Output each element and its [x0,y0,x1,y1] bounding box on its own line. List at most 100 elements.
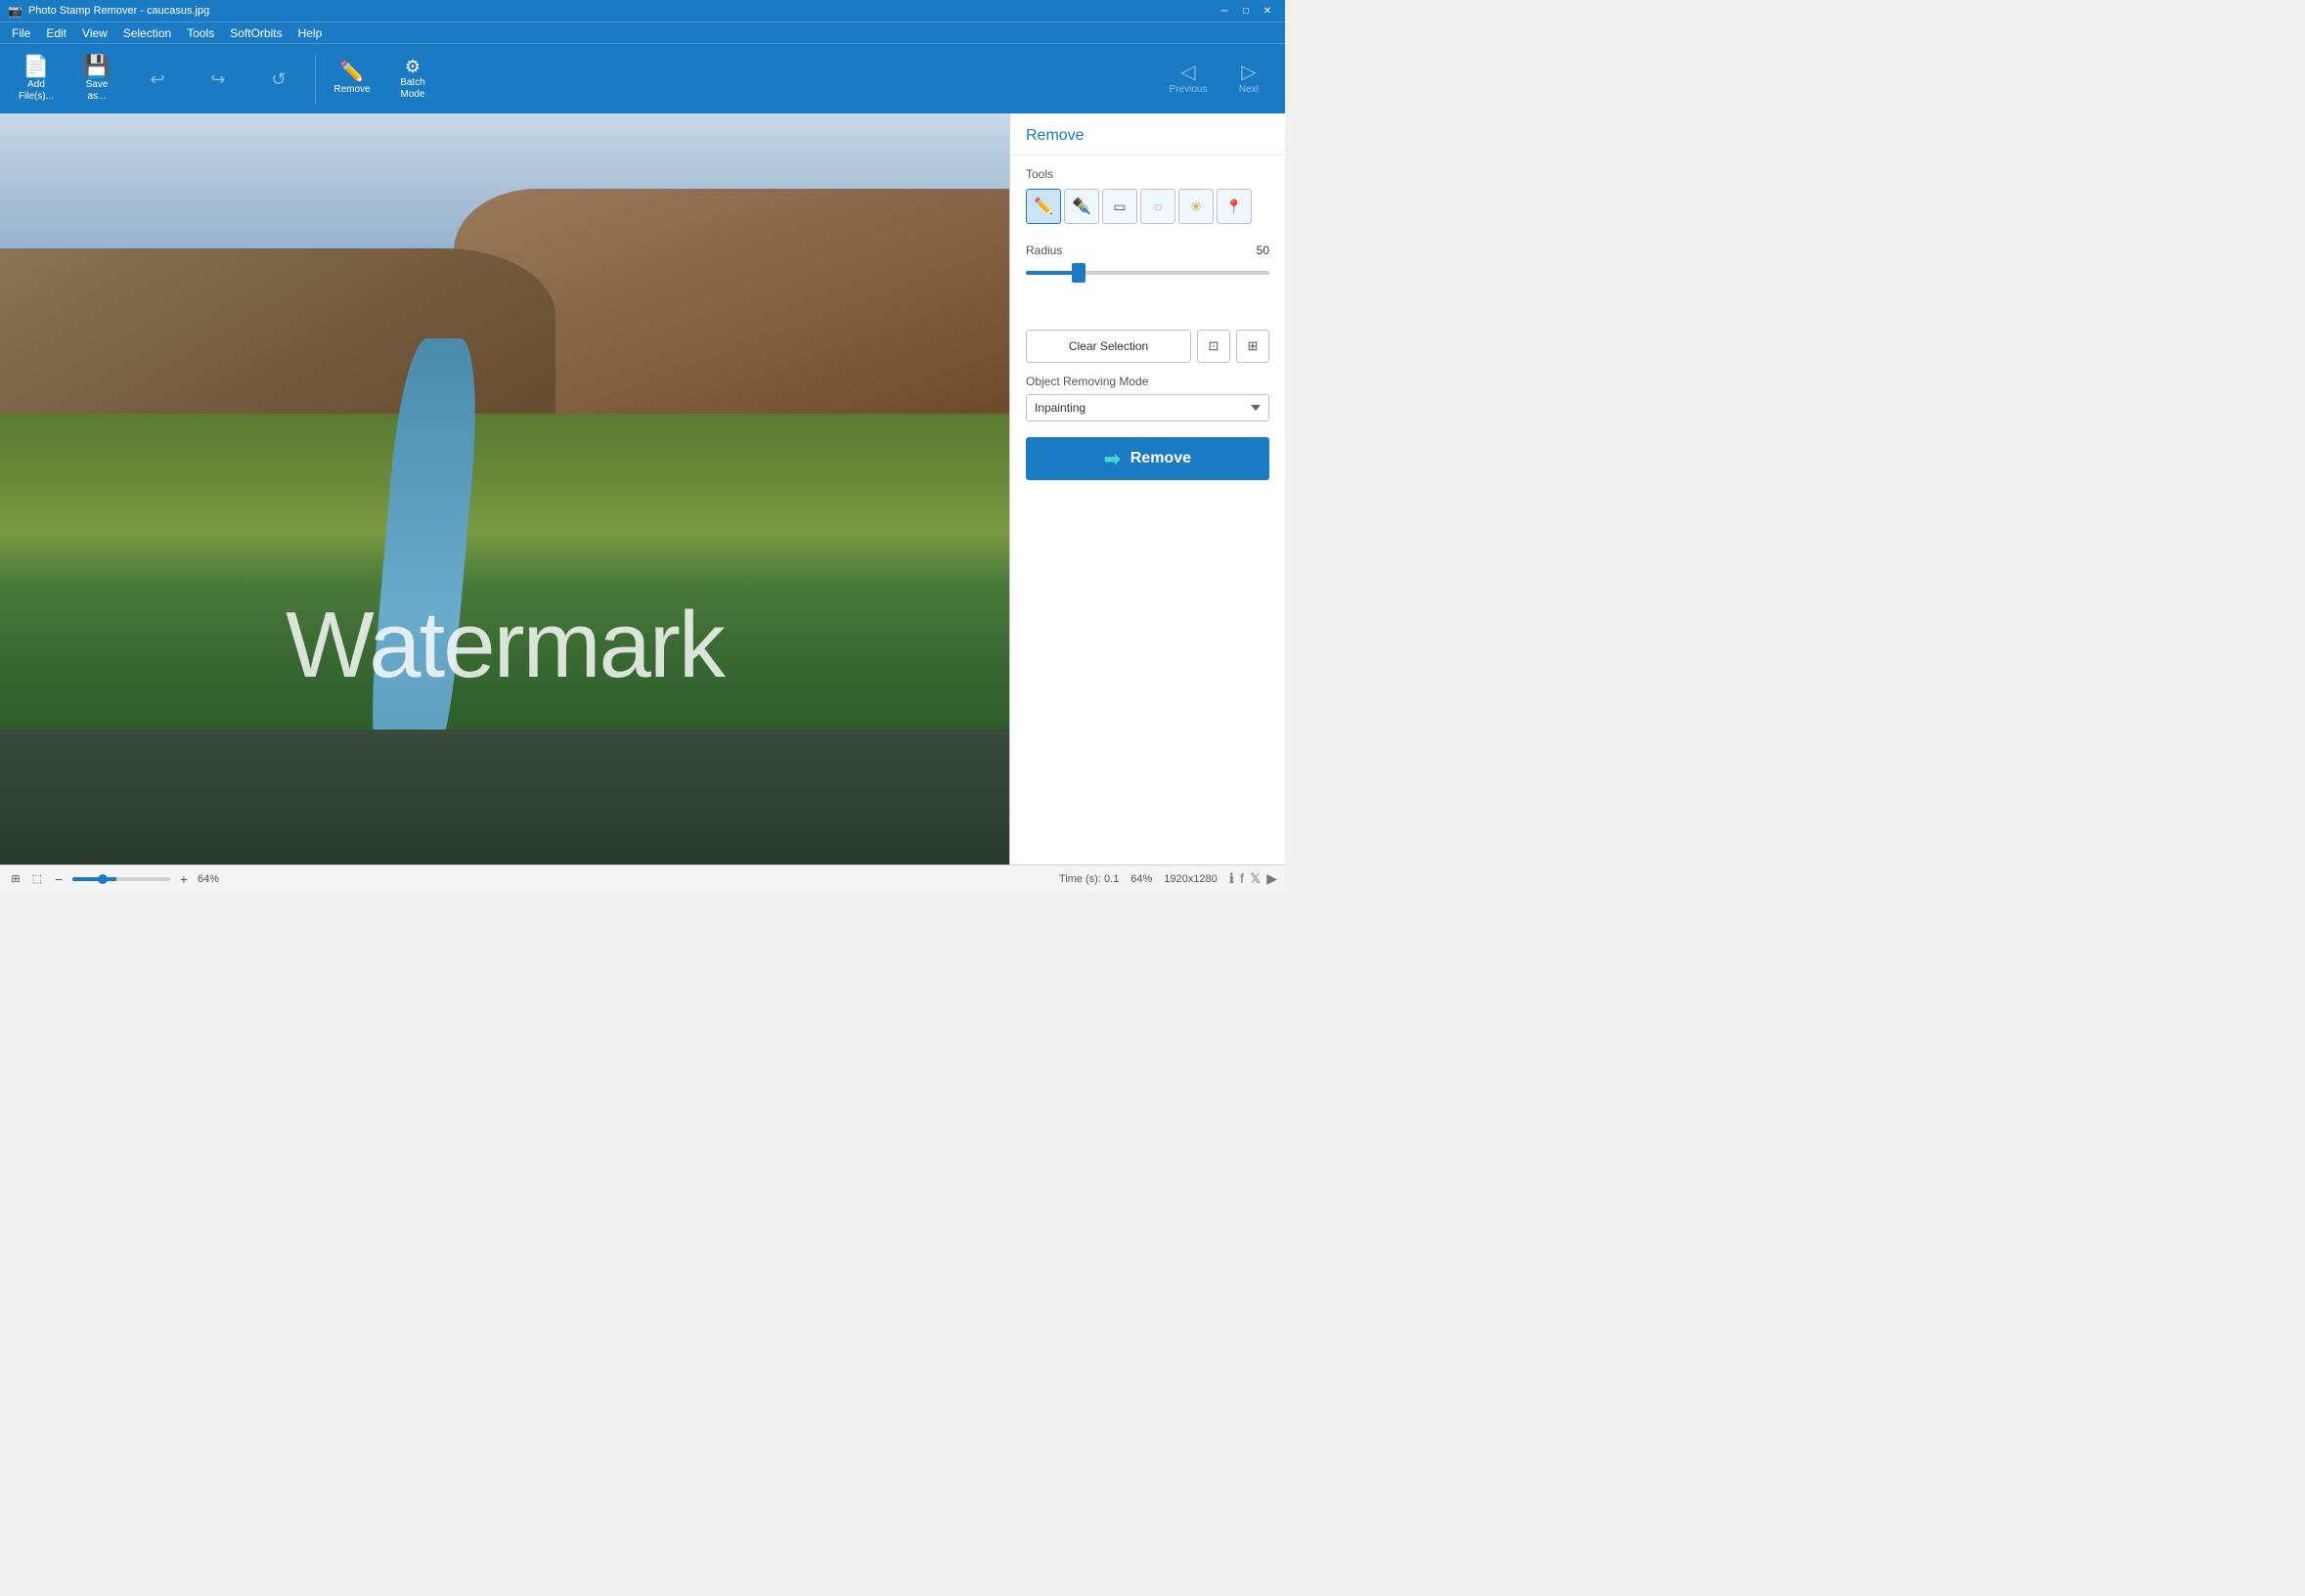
toolbar-separator-1 [315,55,316,104]
window-controls: ─ □ ✕ [1215,3,1277,19]
close-button[interactable]: ✕ [1258,3,1277,19]
paste-selection-button[interactable]: ⊞ [1236,330,1269,363]
restore-button[interactable]: □ [1236,3,1256,19]
facebook-icon[interactable]: f [1240,870,1244,887]
previous-button[interactable]: ◁ Previous [1160,49,1217,110]
zoom-in-button[interactable]: + [176,871,192,887]
right-panel: Remove Tools ✏️ ✒️ ▭ ◌ [1009,113,1285,864]
status-right: Time (s): 0.1 64% 1920x1280 ℹ f 𝕏 ▶ [1059,870,1277,887]
next-label: Next [1239,84,1260,96]
save-as-icon: 💾 [83,56,110,77]
menu-file[interactable]: File [4,24,38,42]
clear-selection-button[interactable]: Clear Selection [1026,330,1191,363]
status-bar: ⊞ ⬚ − + 64% Time (s): 0.1 64% 1920x1280 … [0,864,1285,892]
view-mode-button[interactable]: ⊞ [8,871,23,887]
batch-mode-label: BatchMode [400,77,425,101]
remove-button-label: Remove [1130,450,1191,467]
add-files-label: AddFile(s)... [19,79,54,103]
remove-toolbar-button[interactable]: ✏️ Remove [324,49,380,110]
zoom-display: 64% [198,873,219,885]
zoom-slider[interactable] [72,877,170,881]
zoom-out-button[interactable]: − [51,871,66,887]
copy-selection-button[interactable]: ⊡ [1197,330,1230,363]
panel-title: Remove [1010,113,1285,155]
radius-section: Radius 50 [1010,240,1285,310]
tools-label: Tools [1026,167,1269,181]
status-icons: ℹ f 𝕏 ▶ [1229,870,1277,887]
remove-toolbar-icon: ✏️ [340,63,365,82]
brush-icon: ✏️ [1034,197,1053,216]
info-icon[interactable]: ℹ [1229,870,1234,887]
youtube-icon[interactable]: ▶ [1266,870,1277,887]
radius-slider-container [1026,263,1269,283]
menu-edit[interactable]: Edit [38,24,74,42]
tools-row: ✏️ ✒️ ▭ ◌ ✳ 📍 [1026,189,1269,224]
mode-section: Object Removing Mode Inpainting Content … [1010,375,1285,433]
brush-tool-button[interactable]: ✏️ [1026,189,1061,224]
copy-icon: ⊡ [1209,338,1219,354]
radius-label: Radius [1026,244,1062,257]
mode-label: Object Removing Mode [1026,375,1269,388]
remove-toolbar-label: Remove [333,84,370,96]
radius-value: 50 [1257,244,1269,257]
redo-icon: ↪ [210,70,225,88]
radius-row: Radius 50 [1026,244,1269,257]
spacer-1 [1010,310,1285,330]
minimize-button[interactable]: ─ [1215,3,1234,19]
twitter-icon[interactable]: 𝕏 [1250,870,1261,887]
title-bar: 📷 Photo Stamp Remover - caucasus.jpg ─ □… [0,0,1285,22]
reset-button[interactable]: ↺ [250,49,307,110]
app-icon: 📷 [8,4,22,18]
time-value: 0.1 [1104,873,1119,885]
time-display: Time (s): 0.1 [1059,873,1119,885]
lasso-icon: ◌ [1154,199,1162,214]
eraser-tool-button[interactable]: ✒️ [1064,189,1099,224]
menu-softorbits[interactable]: SoftOrbits [222,24,289,42]
status-left: ⊞ ⬚ − + 64% [8,871,219,887]
previous-icon: ◁ [1180,63,1195,82]
remove-section: ➡ Remove [1010,433,1285,496]
batch-mode-button[interactable]: ⚙ BatchMode [384,49,441,110]
title-bar-text: Photo Stamp Remover - caucasus.jpg [28,5,209,17]
menu-help[interactable]: Help [290,24,331,42]
paste-icon: ⊞ [1248,338,1259,354]
photo-background [0,113,1009,864]
radius-slider[interactable] [1026,271,1269,275]
selection-mode-button[interactable]: ⬚ [29,871,45,887]
eraser-icon: ✒️ [1072,197,1091,216]
remove-arrow-icon: ➡ [1104,447,1121,471]
redo-button[interactable]: ↪ [190,49,246,110]
undo-button[interactable]: ↩ [129,49,186,110]
magic-wand-button[interactable]: ✳ [1178,189,1214,224]
canvas-area[interactable]: Watermark [0,113,1009,864]
undo-icon: ↩ [150,70,164,88]
toolbar: 📄 AddFile(s)... 💾 Saveas... ↩ ↪ ↺ ✏️ Rem… [0,43,1285,113]
main-layout: Watermark Remove Tools ✏️ ✒️ ▭ [0,113,1285,864]
image-size: 1920x1280 [1164,873,1217,885]
tools-section: Tools ✏️ ✒️ ▭ ◌ ✳ [1010,155,1285,240]
batch-mode-icon: ⚙ [405,58,421,75]
canvas-image: Watermark [0,113,1009,864]
reset-icon: ↺ [271,70,286,88]
stamp-tool-button[interactable]: 📍 [1217,189,1252,224]
next-icon: ▷ [1241,63,1256,82]
menu-tools[interactable]: Tools [179,24,222,42]
remove-button[interactable]: ➡ Remove [1026,437,1269,480]
save-as-label: Saveas... [86,79,109,103]
meadow-layer [0,414,1009,752]
magic-wand-icon: ✳ [1190,199,1202,215]
save-as-button[interactable]: 💾 Saveas... [68,49,125,110]
mode-select[interactable]: Inpainting Content Aware Fill Surroundin… [1026,394,1269,421]
add-files-icon: 📄 [22,56,49,77]
previous-label: Previous [1170,84,1208,96]
time-label: Time (s): [1059,873,1101,885]
rect-select-icon: ▭ [1113,199,1126,215]
menu-bar: File Edit View Selection Tools SoftOrbit… [0,22,1285,43]
add-files-button[interactable]: 📄 AddFile(s)... [8,49,65,110]
lasso-tool-button[interactable]: ◌ [1140,189,1175,224]
menu-selection[interactable]: Selection [115,24,179,42]
menu-view[interactable]: View [74,24,115,42]
next-button[interactable]: ▷ Next [1220,49,1277,110]
bottom-rocks [0,730,1009,864]
rect-select-button[interactable]: ▭ [1102,189,1137,224]
